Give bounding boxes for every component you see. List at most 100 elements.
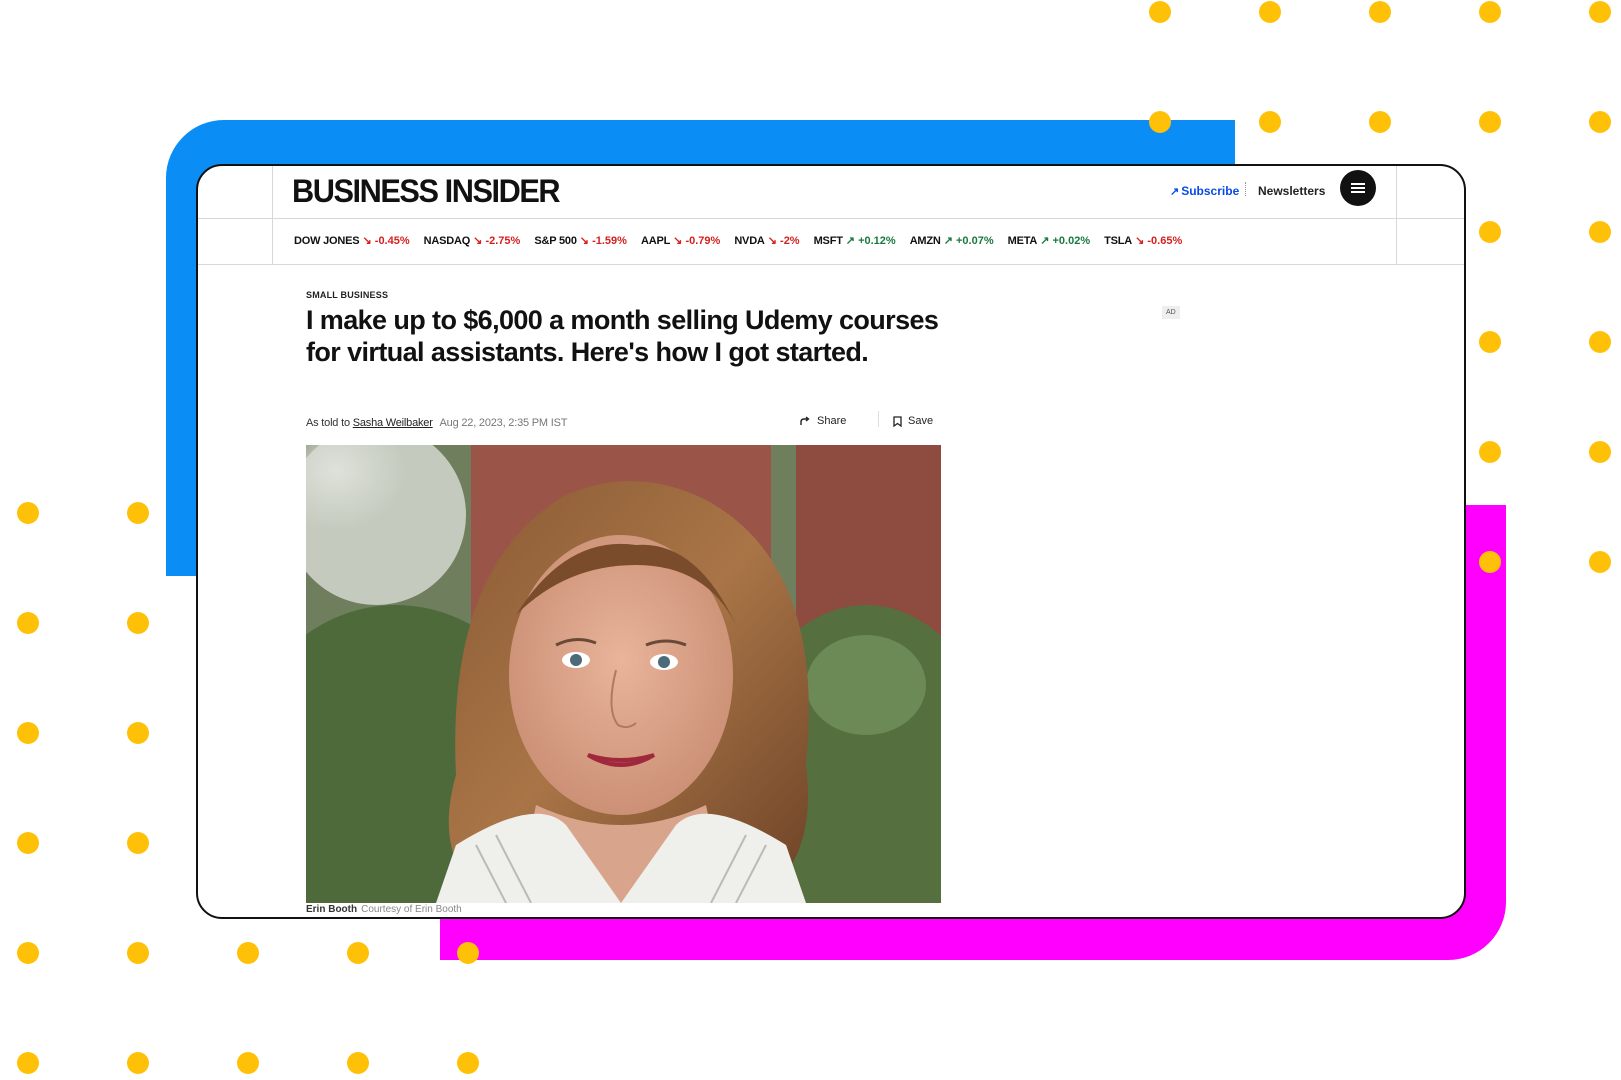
- article-byline: As told to Sasha Weilbaker Aug 22, 2023,…: [306, 417, 567, 429]
- ad-label: AD: [1162, 306, 1180, 319]
- decorative-dot: [1589, 441, 1611, 463]
- ticker-symbol: DOW JONES: [294, 235, 360, 247]
- arrow-up-right-icon: ↗: [842, 235, 856, 247]
- article-hero-image[interactable]: [306, 445, 941, 903]
- ticker-item[interactable]: DOW JONES ↘ -0.45%: [294, 234, 410, 247]
- portrait-photo: [306, 445, 941, 903]
- arrow-up-right-icon: ↗: [1037, 235, 1050, 247]
- ticker-symbol: NVDA: [734, 235, 765, 247]
- decorative-dot: [1589, 1, 1611, 23]
- decorative-dot: [127, 502, 149, 524]
- ticker-symbol: S&P 500: [534, 235, 577, 247]
- bookmark-icon: [893, 415, 902, 427]
- ticker-item[interactable]: MSFT ↗ +0.12%: [814, 234, 896, 247]
- arrow-down-right-icon: ↘: [1132, 235, 1145, 247]
- author-link[interactable]: Sasha Weilbaker: [353, 417, 433, 429]
- site-logo[interactable]: BUSINESS INSIDER: [292, 173, 561, 210]
- decorative-dot: [1149, 1, 1171, 23]
- share-button[interactable]: Share: [800, 415, 846, 427]
- arrow-down-right-icon: ↘: [764, 235, 777, 247]
- ticker-change: -0.45%: [371, 235, 410, 247]
- decorative-dot: [1149, 111, 1171, 133]
- ticker-item[interactable]: TSLA ↘ -0.65%: [1104, 234, 1182, 247]
- ticker-symbol: NASDAQ: [423, 235, 471, 247]
- decorative-dot: [1369, 1, 1391, 23]
- arrow-up-right-icon: ↗: [940, 235, 953, 247]
- ticker-symbol: AMZN: [909, 235, 941, 247]
- subscribe-link[interactable]: ↗ Subscribe: [1170, 184, 1239, 198]
- ticker-change: -0.79%: [682, 235, 721, 247]
- decorative-dot: [1589, 551, 1611, 573]
- arrow-down-right-icon: ↘: [670, 235, 683, 247]
- arrow-down-right-icon: ↘: [359, 235, 372, 247]
- save-label: Save: [908, 415, 934, 427]
- decorative-dot: [1259, 111, 1281, 133]
- share-arrow-icon: [800, 416, 810, 425]
- decorative-dot: [127, 942, 149, 964]
- ticker-change: +0.07%: [952, 235, 994, 247]
- share-save-divider: [878, 411, 879, 427]
- ticker-item[interactable]: META ↗ +0.02%: [1008, 234, 1091, 247]
- caption-name: Erin Booth: [306, 904, 358, 915]
- decorative-dot: [17, 1052, 39, 1074]
- ticker-symbol: MSFT: [813, 235, 843, 247]
- arrow-down-right-icon: ↘: [470, 235, 483, 247]
- ticker-item[interactable]: S&P 500 ↘ -1.59%: [534, 234, 627, 247]
- decorative-dot: [127, 612, 149, 634]
- decorative-dot: [1479, 441, 1501, 463]
- arrow-down-right-icon: ↘: [576, 235, 590, 247]
- decorative-dot: [17, 502, 39, 524]
- decorative-dot: [347, 1052, 369, 1074]
- decorative-dot: [127, 832, 149, 854]
- caption-credit: Courtesy of Erin Booth: [361, 904, 462, 915]
- ticker-item[interactable]: AAPL ↘ -0.79%: [641, 234, 720, 247]
- ticker-change: -2%: [776, 235, 800, 247]
- ticker-symbol: META: [1007, 235, 1038, 247]
- share-label: Share: [817, 415, 847, 427]
- decorative-dot: [127, 1052, 149, 1074]
- decorative-dot: [1589, 111, 1611, 133]
- market-ticker-bar: DOW JONES ↘ -0.45% NASDAQ ↘ -2.75% S&P 500…: [198, 219, 1464, 265]
- decorative-dot: [347, 942, 369, 964]
- decorative-dot: [1589, 221, 1611, 243]
- decorative-dot: [457, 942, 479, 964]
- decorative-dot: [17, 722, 39, 744]
- arrow-up-right-icon: ↗: [1170, 186, 1180, 198]
- ticker-symbol: TSLA: [1104, 235, 1133, 247]
- decorative-dot: [17, 832, 39, 854]
- ticker-item[interactable]: NVDA ↘ -2%: [734, 234, 799, 247]
- decorative-dot: [1479, 551, 1501, 573]
- decorative-dot: [17, 612, 39, 634]
- menu-button[interactable]: [1340, 170, 1376, 206]
- decorative-dot: [1479, 331, 1501, 353]
- article-category[interactable]: SMALL BUSINESS: [306, 290, 388, 300]
- decorative-dot: [1479, 1, 1501, 23]
- ticker-change: +0.02%: [1049, 235, 1091, 247]
- decorative-dot: [1259, 1, 1281, 23]
- save-button[interactable]: Save: [893, 415, 933, 427]
- market-ticker: DOW JONES ↘ -0.45% NASDAQ ↘ -2.75% S&P 500…: [294, 234, 1182, 247]
- ticker-change: +0.12%: [855, 235, 896, 247]
- image-caption: Erin Booth Courtesy of Erin Booth: [306, 904, 462, 915]
- ticker-symbol: AAPL: [640, 235, 671, 247]
- article-page-window: BUSINESS INSIDER ↗ Subscribe Newsletters …: [196, 164, 1466, 919]
- publish-date: Aug 22, 2023, 2:35 PM IST: [439, 417, 568, 429]
- decorative-dot: [457, 1052, 479, 1074]
- ticker-item[interactable]: AMZN ↗ +0.07%: [910, 234, 994, 247]
- decorative-dot: [1479, 221, 1501, 243]
- decorative-dot: [17, 942, 39, 964]
- byline-prefix: As told to: [306, 417, 350, 429]
- ticker-change: -2.75%: [482, 235, 521, 247]
- ticker-change: -1.59%: [589, 235, 627, 247]
- decorative-dot: [127, 722, 149, 744]
- header-separator: [1245, 182, 1246, 196]
- decorative-dot: [1479, 111, 1501, 133]
- decorative-dot: [237, 942, 259, 964]
- ticker-item[interactable]: NASDAQ ↘ -2.75%: [424, 234, 521, 247]
- site-header: BUSINESS INSIDER ↗ Subscribe Newsletters: [198, 166, 1464, 264]
- newsletters-link[interactable]: Newsletters: [1258, 184, 1325, 198]
- ticker-change: -0.65%: [1144, 235, 1183, 247]
- subscribe-label: Subscribe: [1181, 184, 1240, 198]
- decorative-dot: [1369, 111, 1391, 133]
- decorative-dot: [1589, 331, 1611, 353]
